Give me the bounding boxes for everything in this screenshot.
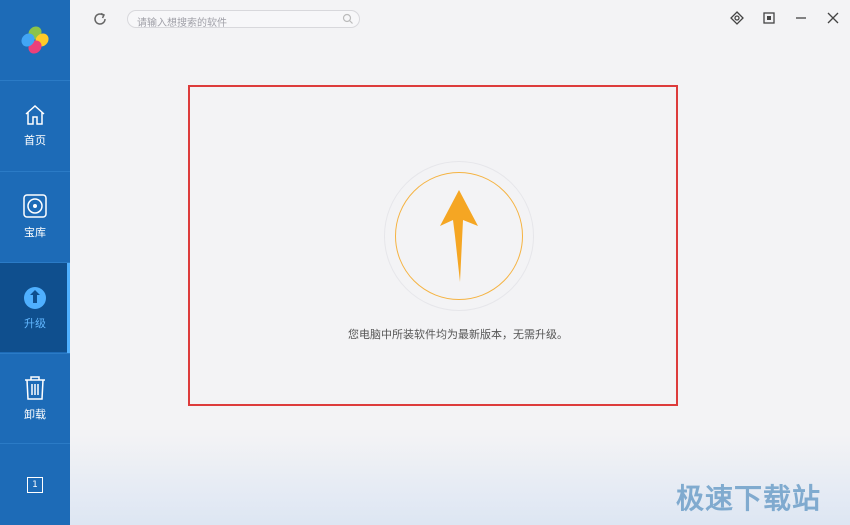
counter-badge: 1 bbox=[27, 476, 43, 493]
sidebar-item-home[interactable]: 首页 bbox=[0, 80, 70, 170]
search-input[interactable] bbox=[137, 15, 337, 32]
minimize-icon bbox=[796, 17, 806, 19]
minimize-button[interactable] bbox=[792, 9, 810, 27]
sidebar-item-label: 卸载 bbox=[24, 408, 46, 421]
watermark-text: 极速下载站 bbox=[676, 482, 822, 515]
upgrade-icon bbox=[24, 287, 46, 309]
sidebar-item-label: 首页 bbox=[24, 134, 46, 147]
refresh-button[interactable] bbox=[90, 9, 110, 29]
search-box bbox=[127, 10, 360, 32]
upgrade-arrow-icon bbox=[440, 190, 478, 282]
search-icon[interactable] bbox=[342, 13, 354, 25]
sidebar-item-label: 升级 bbox=[24, 317, 46, 330]
close-button[interactable] bbox=[824, 9, 842, 27]
settings-button[interactable] bbox=[760, 9, 778, 27]
sidebar-item-upgrade[interactable]: 升级 bbox=[0, 262, 70, 353]
trash-icon bbox=[25, 376, 45, 400]
top-bar bbox=[70, 0, 850, 38]
skin-button[interactable] bbox=[728, 9, 746, 27]
status-message: 您电脑中所装软件均为最新版本，无需升级。 bbox=[348, 328, 568, 341]
settings-icon bbox=[763, 12, 775, 24]
sidebar-item-label: 宝库 bbox=[24, 226, 46, 239]
refresh-icon bbox=[94, 12, 106, 25]
close-icon bbox=[827, 12, 839, 24]
disc-icon bbox=[23, 194, 47, 218]
sidebar-item-library[interactable]: 宝库 bbox=[0, 171, 70, 261]
download-counter[interactable]: 1 bbox=[0, 443, 70, 525]
app-logo[interactable] bbox=[0, 0, 70, 80]
skin-icon bbox=[730, 11, 744, 25]
home-icon bbox=[25, 104, 45, 125]
sidebar: 首页 宝库 升级 卸载 1 bbox=[0, 0, 70, 525]
sidebar-item-uninstall[interactable]: 卸载 bbox=[0, 353, 70, 443]
logo-icon bbox=[21, 26, 49, 54]
